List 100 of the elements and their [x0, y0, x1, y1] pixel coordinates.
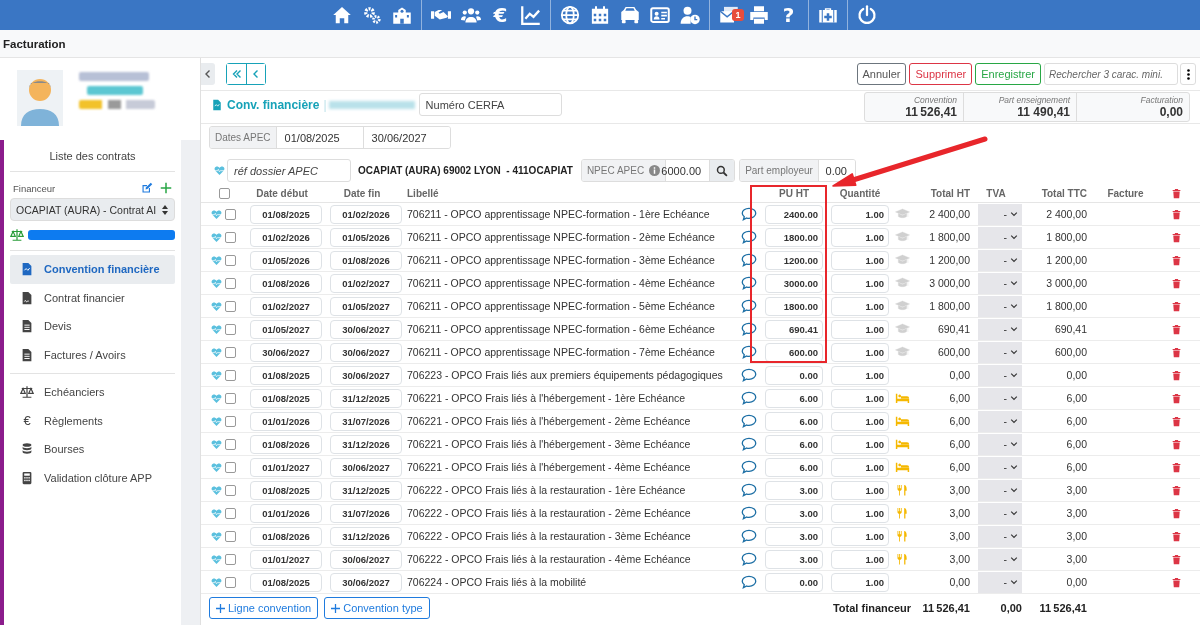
- speech-bubble-icon[interactable]: [740, 253, 757, 267]
- trash-icon[interactable]: [1172, 415, 1181, 427]
- plus-icon[interactable]: [160, 182, 172, 194]
- row-checkbox[interactable]: [225, 484, 236, 496]
- row-checkbox[interactable]: [225, 461, 236, 473]
- start-date-field[interactable]: 01/05/2026: [250, 250, 322, 270]
- trash-icon[interactable]: [1172, 346, 1181, 358]
- speech-bubble-icon[interactable]: [740, 437, 757, 451]
- start-date-field[interactable]: 01/08/2025: [250, 480, 322, 500]
- unit-price-field[interactable]: 690.41: [765, 319, 823, 339]
- end-date-field[interactable]: 01/02/2026: [330, 204, 402, 224]
- cerfa-field[interactable]: Numéro CERFA: [418, 93, 562, 116]
- row-checkbox[interactable]: [225, 300, 236, 312]
- speech-bubble-icon[interactable]: [740, 299, 757, 313]
- speech-bubble-icon[interactable]: [740, 322, 757, 336]
- start-date-field[interactable]: 01/01/2027: [250, 549, 322, 569]
- vat-select[interactable]: -: [978, 387, 1022, 409]
- trash-icon[interactable]: [1172, 300, 1181, 312]
- trash-icon[interactable]: [1172, 323, 1181, 335]
- action-button[interactable]: Supprimer: [909, 63, 973, 85]
- start-date-field[interactable]: 01/08/2026: [250, 434, 322, 454]
- quantity-field[interactable]: 1.00: [831, 549, 889, 569]
- quantity-field[interactable]: 1.00: [831, 526, 889, 546]
- row-checkbox[interactable]: [225, 392, 236, 404]
- vat-select[interactable]: -: [978, 433, 1022, 455]
- quantity-field[interactable]: 1.00: [831, 365, 889, 385]
- trash-icon[interactable]: [1172, 484, 1181, 496]
- row-checkbox[interactable]: [225, 507, 236, 519]
- end-date-field[interactable]: 30/06/2027: [330, 365, 402, 385]
- trash-icon[interactable]: [1172, 507, 1181, 519]
- unit-price-field[interactable]: 3.00: [765, 526, 823, 546]
- row-checkbox[interactable]: [225, 576, 236, 588]
- start-date-field[interactable]: 01/01/2026: [250, 503, 322, 523]
- end-date-field[interactable]: 01/08/2026: [330, 250, 402, 270]
- vat-select[interactable]: -: [978, 249, 1022, 271]
- end-date-field[interactable]: 31/12/2025: [330, 480, 402, 500]
- reference-field[interactable]: réf dossier APEC: [227, 159, 351, 182]
- unit-price-field[interactable]: 3.00: [765, 480, 823, 500]
- sidebar-item[interactable]: Validation clôture APP: [10, 463, 175, 492]
- speech-bubble-icon[interactable]: [740, 529, 757, 543]
- toolbar-glyph[interactable]: €: [493, 3, 508, 27]
- unit-price-field[interactable]: 3.00: [765, 503, 823, 523]
- quantity-field[interactable]: 1.00: [831, 480, 889, 500]
- employer-share-field[interactable]: Part employeur 0.00: [739, 159, 856, 182]
- sidebar-item[interactable]: Convention financière: [10, 255, 175, 284]
- toolbar-glyph[interactable]: ?: [782, 3, 795, 27]
- row-checkbox[interactable]: [225, 208, 236, 220]
- line-chart-icon[interactable]: [520, 5, 541, 25]
- end-date-field[interactable]: 01/05/2026: [330, 227, 402, 247]
- row-checkbox[interactable]: [225, 530, 236, 542]
- quantity-field[interactable]: 1.00: [831, 227, 889, 247]
- trash-icon[interactable]: [1172, 392, 1181, 404]
- speech-bubble-icon[interactable]: [740, 230, 757, 244]
- unit-price-field[interactable]: 1800.00: [765, 296, 823, 316]
- unit-price-field[interactable]: 1200.00: [765, 250, 823, 270]
- row-checkbox[interactable]: [225, 323, 236, 335]
- end-date-field[interactable]: 30/06/2027: [330, 342, 402, 362]
- sidebar-item[interactable]: Factures / Avoirs: [10, 340, 175, 369]
- calendar-icon[interactable]: [589, 5, 610, 25]
- speech-bubble-icon[interactable]: [740, 506, 757, 520]
- start-date-field[interactable]: 01/08/2025: [250, 388, 322, 408]
- end-date-field[interactable]: 01/02/2027: [330, 273, 402, 293]
- printer-icon[interactable]: [748, 5, 769, 25]
- npec-field[interactable]: NPEC APEC 6000.00: [580, 159, 736, 182]
- search-button[interactable]: [710, 160, 735, 181]
- medkit-icon[interactable]: [817, 5, 838, 25]
- start-date-field[interactable]: 30/06/2027: [250, 342, 322, 362]
- row-checkbox[interactable]: [225, 553, 236, 565]
- trash-icon[interactable]: [1172, 231, 1181, 243]
- trash-icon[interactable]: [1172, 553, 1181, 565]
- gears-icon[interactable]: [361, 5, 382, 25]
- quantity-field[interactable]: 1.00: [831, 411, 889, 431]
- id-card-icon[interactable]: [649, 5, 670, 25]
- quantity-field[interactable]: 1.00: [831, 250, 889, 270]
- trash-icon[interactable]: [1172, 369, 1181, 381]
- search-field[interactable]: Rechercher 3 carac. mini.: [1044, 63, 1178, 85]
- select-all-checkbox[interactable]: [218, 188, 230, 199]
- vat-select[interactable]: -: [978, 548, 1022, 570]
- vat-select[interactable]: -: [978, 226, 1022, 248]
- end-date-field[interactable]: 30/06/2027: [330, 572, 402, 592]
- trash-icon[interactable]: [1172, 188, 1181, 199]
- vat-select[interactable]: -: [978, 410, 1022, 432]
- quantity-field[interactable]: 1.00: [831, 388, 889, 408]
- contract-select[interactable]: OCAPIAT (AURA) - Contrat AI: [10, 198, 175, 221]
- unit-price-field[interactable]: 0.00: [765, 572, 823, 592]
- user-clock-icon[interactable]: [679, 5, 700, 25]
- row-checkbox[interactable]: [225, 346, 236, 358]
- row-checkbox[interactable]: [225, 415, 236, 427]
- trash-icon[interactable]: [1172, 438, 1181, 450]
- vat-select[interactable]: -: [978, 272, 1022, 294]
- speech-bubble-icon[interactable]: [740, 575, 757, 589]
- start-date-field[interactable]: 01/08/2026: [250, 273, 322, 293]
- previous-button[interactable]: [246, 64, 265, 84]
- speech-bubble-icon[interactable]: [740, 276, 757, 290]
- sidebar-item[interactable]: Bourses: [10, 435, 175, 464]
- unit-price-field[interactable]: 6.00: [765, 434, 823, 454]
- more-button[interactable]: [1180, 63, 1196, 85]
- quantity-field[interactable]: 1.00: [831, 319, 889, 339]
- unit-price-field[interactable]: 0.00: [765, 365, 823, 385]
- collapse-button[interactable]: [201, 63, 215, 85]
